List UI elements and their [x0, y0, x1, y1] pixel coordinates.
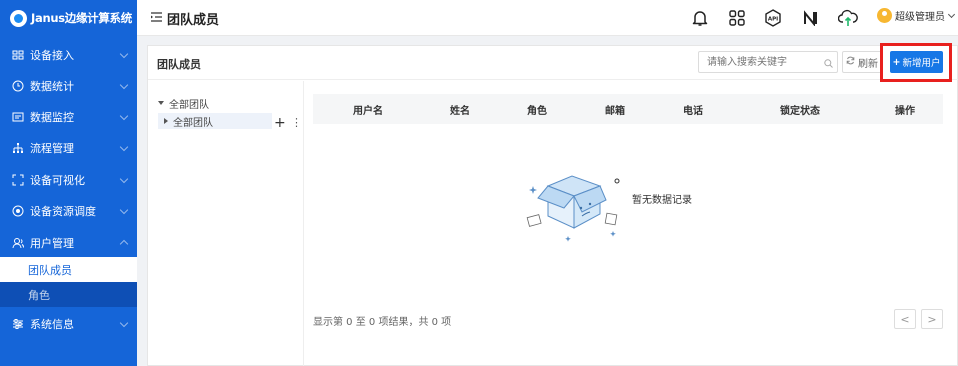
sidebar-item-flow[interactable]: 流程管理: [0, 132, 137, 163]
team-tree: 全部团队 全部团队 + ⋮: [148, 81, 304, 366]
refresh-button[interactable]: 刷新: [842, 51, 882, 73]
sidebar-subitem-label: 角色: [28, 288, 50, 302]
sidebar-subitem-team-members[interactable]: 团队成员: [0, 257, 137, 282]
sidebar-item-data-monitor[interactable]: 数据监控: [0, 101, 137, 132]
svg-text:API: API: [768, 17, 778, 23]
visual-icon: [12, 174, 24, 186]
column-header[interactable]: 姓名: [450, 102, 470, 117]
sidebar-subitem-label: 团队成员: [28, 263, 72, 277]
sidebar-item-device-access[interactable]: 设备接入: [0, 39, 137, 70]
pagination-info: 显示第 0 至 0 项结果，共 0 项: [313, 317, 452, 328]
refresh-label: 刷新: [858, 58, 878, 70]
add-team-icon[interactable]: +: [274, 116, 286, 130]
sidebar-subitem-roles[interactable]: 角色: [0, 282, 137, 307]
sidebar-item-user-management[interactable]: 用户管理: [0, 227, 137, 258]
column-header[interactable]: 邮箱: [605, 102, 625, 117]
column-header[interactable]: 电话: [683, 102, 703, 117]
prev-page-button[interactable]: <: [894, 309, 916, 329]
top-header: 团队成员 API 超级管理员: [137, 0, 958, 36]
table-header: 用户名 姓名 角色 邮箱 电话 锁定状态 操作: [313, 94, 943, 124]
user-menu[interactable]: 超级管理员: [877, 8, 956, 23]
apps-icon[interactable]: [726, 7, 748, 29]
sidebar-item-data-stats[interactable]: 数据统计: [0, 70, 137, 101]
api-icon[interactable]: API: [762, 7, 784, 29]
highlight-box: [880, 43, 952, 82]
column-header[interactable]: 操作: [895, 102, 915, 117]
empty-state-text: 暂无数据记录: [632, 195, 692, 206]
team-members-card: 团队成员 刷新 + 新增用户 全部团队 全部团队 + ⋮ 用户名: [147, 43, 958, 366]
user-name: 超级管理员: [895, 12, 945, 23]
tree-node-label: 全部团队: [169, 99, 209, 111]
page-title: 团队成员: [167, 13, 220, 28]
settings-sliders-icon: [12, 318, 24, 330]
users-icon: [12, 237, 24, 249]
more-options-icon[interactable]: ⋮: [291, 117, 302, 129]
chevron-right-icon: >: [927, 312, 937, 326]
column-header[interactable]: 角色: [527, 102, 547, 117]
card-title: 团队成员: [157, 58, 201, 71]
clock-icon: [12, 80, 24, 92]
caret-right-icon: [164, 118, 168, 124]
menu-toggle-icon[interactable]: [151, 11, 162, 25]
target-icon: [12, 205, 24, 217]
chevron-down-icon: [947, 10, 956, 18]
empty-box-icon: [518, 166, 638, 249]
flow-icon: [12, 142, 24, 154]
chevron-left-icon: <: [900, 312, 910, 326]
tree-node-root[interactable]: 全部团队: [158, 95, 209, 111]
sidebar-item-scheduling[interactable]: 设备资源调度: [0, 195, 137, 226]
app-title: Janus边缘计算系统: [31, 11, 132, 25]
sidebar: Janus边缘计算系统 设备接入 数据统计 数据监控 流程管理 设备可视化 设备…: [0, 0, 137, 366]
tree-node-label: 全部团队: [173, 117, 213, 129]
search-icon[interactable]: [824, 57, 833, 71]
caret-down-icon: [158, 101, 164, 105]
sidebar-item-system-info[interactable]: 系统信息: [0, 308, 137, 339]
device-icon: [12, 49, 24, 61]
cloud-upload-icon[interactable]: [837, 7, 859, 29]
sidebar-item-visualization[interactable]: 设备可视化: [0, 164, 137, 195]
search-input[interactable]: [698, 51, 838, 73]
card-header: 团队成员 刷新 + 新增用户: [148, 43, 958, 82]
avatar: [877, 8, 892, 23]
logo-icon: [10, 9, 27, 27]
tree-node-child[interactable]: 全部团队: [158, 113, 272, 129]
monitor-icon: [12, 111, 24, 123]
column-header[interactable]: 锁定状态: [780, 102, 820, 117]
bell-icon[interactable]: [689, 7, 711, 29]
n-logo-icon[interactable]: [800, 7, 822, 29]
next-page-button[interactable]: >: [921, 309, 943, 329]
app-logo: Janus边缘计算系统: [0, 0, 137, 36]
column-header[interactable]: 用户名: [353, 102, 383, 117]
refresh-icon: [846, 56, 855, 68]
